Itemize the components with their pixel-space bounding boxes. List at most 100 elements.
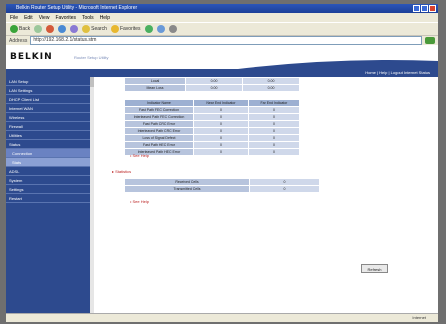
sidebar-item[interactable]: DHCP Client List (6, 95, 90, 104)
sidebar-item[interactable]: Restart (6, 194, 90, 203)
menu-view[interactable]: View (39, 15, 50, 21)
table-cell: 0 (247, 127, 301, 135)
table-header-row: Indicator Name Near End Indicator Far En… (124, 99, 301, 107)
sidebar-item[interactable]: Wireless (6, 113, 90, 122)
scrollbar-thumb[interactable] (90, 77, 94, 87)
table-cell: 0 (247, 134, 301, 142)
router-page: BELKIN Router Setup Utility Home | Help … (6, 45, 438, 314)
top-table: Local 0.00 0.00 Mean Loss 0.00 0.00 (124, 77, 300, 92)
sidebar-item[interactable]: Connection (6, 149, 90, 158)
table-cell: 0.00 (185, 84, 243, 92)
table-cell: 0 (193, 113, 249, 121)
sidebar-nav: LAN Setup LAN Settings DHCP Client List … (6, 77, 90, 314)
table-cell: 0 (247, 120, 301, 128)
sidebar-item[interactable]: System (6, 176, 90, 185)
refresh-browser-button[interactable] (58, 25, 67, 33)
back-label: Back (19, 26, 31, 32)
table-row: Interleaved Path FEC Correction 0 0 (124, 113, 301, 121)
search-icon (82, 25, 91, 33)
header-tagline: Router Setup Utility (74, 55, 109, 60)
table-cell: 0 (193, 120, 249, 128)
minimize-button[interactable] (413, 5, 420, 12)
table-cell: 0 (193, 141, 249, 149)
table-row: Received Cells 0 (124, 178, 320, 186)
table-cell: 0 (247, 106, 301, 114)
table-row: Mean Loss 0.00 0.00 (124, 84, 300, 92)
search-button[interactable]: Search (82, 25, 107, 33)
table-cell: 0 (193, 106, 249, 114)
close-button[interactable] (429, 5, 436, 12)
favorites-button[interactable]: Favorites (110, 25, 141, 33)
menu-favorites[interactable]: Favorites (55, 15, 76, 21)
mail-button[interactable] (156, 25, 165, 33)
table-row: Local 0.00 0.00 (124, 77, 300, 85)
table-cell: Interleaved Path CRC Error (124, 127, 194, 135)
refresh-button[interactable]: Refresh (361, 264, 388, 273)
menu-bar: File Edit View Favorites Tools Help (6, 13, 438, 22)
main-content: Local 0.00 0.00 Mean Loss 0.00 0.00 Indi… (98, 77, 434, 314)
go-button[interactable] (425, 37, 435, 44)
status-bar: Internet (6, 313, 438, 322)
sidebar-item[interactable]: LAN Setup (6, 77, 90, 86)
column-header: Near End Indicator (193, 99, 249, 107)
menu-tools[interactable]: Tools (82, 15, 94, 21)
table-cell: Fast Path HEC Error (124, 141, 194, 149)
menu-help[interactable]: Help (100, 15, 110, 21)
back-button[interactable]: Back (10, 25, 30, 33)
address-input[interactable]: http://192.168.2.1/status.stm (30, 36, 422, 45)
table-cell: 0 (193, 127, 249, 135)
sidebar-item[interactable]: Status (6, 140, 90, 149)
table-cell: 0 (247, 113, 301, 121)
sidebar-item[interactable]: LAN Settings (6, 86, 90, 95)
table-cell: Loss of Signal Defect (124, 134, 194, 142)
stop-icon (46, 25, 55, 33)
sidebar-item[interactable]: Settings (6, 185, 90, 194)
table-cell: 0 (247, 141, 301, 149)
print-button[interactable] (168, 25, 177, 33)
table-cell: 0 (249, 178, 320, 186)
frame-scrollbar[interactable] (90, 77, 94, 314)
see-help-link[interactable]: • See Help (130, 199, 149, 204)
page-header: BELKIN Router Setup Utility (6, 45, 438, 69)
sidebar-item[interactable]: Utilities (6, 131, 90, 140)
table-cell: 0 (193, 134, 249, 142)
forward-button[interactable] (34, 25, 43, 33)
header-links[interactable]: Home | Help | Logout Internet Status (365, 70, 430, 75)
table-cell: 0.00 (242, 77, 300, 85)
window-controls (413, 5, 436, 12)
error-indicator-table: Indicator Name Near End Indicator Far En… (124, 99, 301, 156)
title-bar: Belkin Router Setup Utility - Microsoft … (6, 4, 438, 13)
table-cell: Local (124, 77, 186, 85)
table-row: Fast Path HEC Error 0 0 (124, 141, 301, 149)
sidebar-item[interactable]: ADSL (6, 167, 90, 176)
home-icon (70, 25, 79, 33)
top-nav-bar: Home | Help | Logout Internet Status (6, 69, 438, 77)
menu-file[interactable]: File (10, 15, 18, 21)
status-zone: Internet (412, 315, 426, 320)
table-cell: 0.00 (185, 77, 243, 85)
table-cell: 0 (247, 148, 301, 156)
table-cell: Received Cells (124, 178, 250, 186)
stop-button[interactable] (46, 25, 55, 33)
table-cell: 0 (249, 185, 320, 193)
address-label: Address (9, 37, 28, 44)
column-header: Far End Indicator (247, 99, 301, 107)
maximize-button[interactable] (421, 5, 428, 12)
menu-edit[interactable]: Edit (24, 15, 33, 21)
address-bar: Address http://192.168.2.1/status.stm (6, 35, 438, 45)
refresh-icon (58, 25, 67, 33)
table-row: Interleaved Path HEC Error 0 0 (124, 148, 301, 156)
browser-toolbar: Back Search Favorites (6, 22, 438, 35)
see-help-link[interactable]: • See Help (130, 153, 149, 158)
history-button[interactable] (144, 25, 153, 33)
sidebar-item[interactable]: Internet WAN (6, 104, 90, 113)
favorites-label: Favorites (119, 26, 141, 32)
back-arrow-icon (10, 25, 18, 33)
print-icon (168, 25, 177, 33)
header-swoosh (238, 60, 438, 69)
sidebar-item-active[interactable]: Stats (6, 158, 90, 167)
table-cell: Interleaved Path FEC Correction (124, 113, 194, 121)
table-cell: Mean Loss (124, 84, 186, 92)
sidebar-item[interactable]: Firewall (6, 122, 90, 131)
home-button[interactable] (70, 25, 79, 33)
